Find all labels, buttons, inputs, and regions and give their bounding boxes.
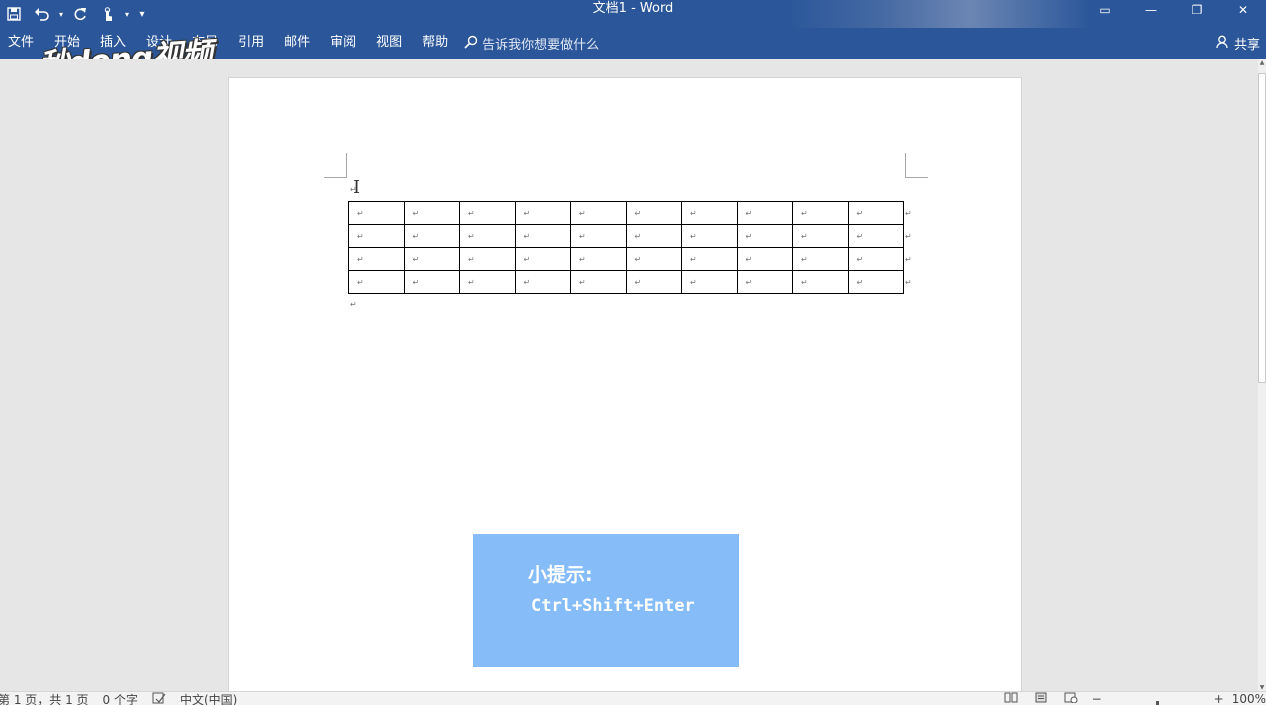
tab-mailings[interactable]: 邮件 [274,28,320,59]
row-end-mark: ↵ [905,209,912,218]
table-cell[interactable]: ↵ [403,270,460,294]
table-cell[interactable]: ↵ [348,201,405,225]
tell-me-search[interactable]: 告诉我你想要做什么 [464,28,599,59]
vertical-scrollbar[interactable]: ▲ ▼ [1258,59,1266,691]
table-cell[interactable]: ↵ [403,201,460,225]
ribbon-display-options-icon[interactable]: ▭ [1082,0,1128,20]
language[interactable]: 中文(中国) [180,692,237,705]
table-cell[interactable]: ↵ [570,247,627,271]
tip-shortcut: Ctrl+Shift+Enter [531,596,695,616]
tab-help[interactable]: 帮助 [412,28,458,59]
status-bar: 第 1 页，共 1 页 0 个字 中文(中国) − + 100% [0,691,1266,705]
table-cell[interactable]: ↵ [459,224,516,248]
table-cell[interactable]: ↵ [681,270,738,294]
table-cell[interactable]: ↵ [847,224,904,248]
tell-me-text: 告诉我你想要做什么 [482,38,600,53]
table-cell[interactable]: ↵ [514,270,571,294]
table-cell[interactable]: ↵ [348,270,405,294]
tab-references[interactable]: 引用 [228,28,274,59]
table-cell[interactable]: ↵ [847,270,904,294]
table-row: ↵ ↵ ↵ ↵ ↵ ↵ ↵ ↵ ↵ ↵ [348,201,904,225]
table-cell[interactable]: ↵ [625,270,682,294]
word-count[interactable]: 0 个字 [103,692,138,705]
zoom-slider-knob[interactable] [1156,700,1160,705]
margin-corner-top-left [324,153,347,178]
search-icon [464,35,478,53]
table-cell[interactable]: ↵ [403,247,460,271]
tip-title: 小提示: [528,564,593,586]
table-cell[interactable]: ↵ [514,201,571,225]
proofing-icon[interactable] [152,692,166,705]
minimize-button[interactable]: — [1128,0,1174,20]
person-icon [1216,35,1230,53]
table-cell[interactable]: ↵ [459,270,516,294]
table-cell[interactable]: ↵ [403,224,460,248]
row-end-mark: ↵ [905,255,912,264]
read-mode-icon[interactable] [996,692,1026,705]
tab-view[interactable]: 视图 [366,28,412,59]
zoom-control: − + 100% [1092,692,1266,705]
table-cell[interactable]: ↵ [459,247,516,271]
blurred-region [790,0,1090,28]
table-cell[interactable]: ↵ [570,224,627,248]
row-end-mark: ↵ [905,278,912,287]
ibeam-cursor-icon: I [353,177,361,198]
status-right: − + 100% [996,692,1266,705]
table-cell[interactable]: ↵ [681,224,738,248]
table-cell[interactable]: ↵ [736,224,793,248]
table-row: ↵ ↵ ↵ ↵ ↵ ↵ ↵ ↵ ↵ ↵ [348,270,904,294]
title-bar: ▾ ▾ ▾ 文档1 - Word ▭ — ❐ ✕ [0,0,1266,28]
row-end-mark: ↵ [905,232,912,241]
table-cell[interactable]: ↵ [792,201,849,225]
table-cell[interactable]: ↵ [736,270,793,294]
tip-box: 小提示: Ctrl+Shift+Enter [473,534,739,667]
table-cell[interactable]: ↵ [348,247,405,271]
status-left: 第 1 页，共 1 页 0 个字 中文(中国) [0,692,251,705]
table-cell[interactable]: ↵ [459,201,516,225]
table-cell[interactable]: ↵ [514,224,571,248]
table-cell[interactable]: ↵ [736,201,793,225]
table-cell[interactable]: ↵ [625,247,682,271]
tab-review[interactable]: 审阅 [320,28,366,59]
print-layout-icon[interactable] [1026,692,1056,705]
table-cell[interactable]: ↵ [792,247,849,271]
web-layout-icon[interactable] [1056,692,1086,705]
table-cell[interactable]: ↵ [348,224,405,248]
share-label: 共享 [1233,38,1260,53]
page-count[interactable]: 第 1 页，共 1 页 [0,692,89,705]
paragraph-mark: ↵ [350,300,357,309]
share-button[interactable]: 共享 [1216,28,1260,59]
zoom-in-icon[interactable]: + [1214,692,1224,705]
document-table[interactable]: ↵ ↵ ↵ ↵ ↵ ↵ ↵ ↵ ↵ ↵ ↵ ↵ ↵ ↵ ↵ ↵ ↵ ↵ ↵ ↵ ↵ ↵ ↵ ↵ ↵ ↵ ↵ ↵ ↵ ↵ ↵ ↵ ↵ ↵ ↵ ↵ ↵ ↵ ↵ ↵ [348,201,904,294]
table-cell[interactable]: ↵ [625,201,682,225]
table-cell[interactable]: ↵ [736,247,793,271]
table-cell[interactable]: ↵ [847,247,904,271]
table-row: ↵ ↵ ↵ ↵ ↵ ↵ ↵ ↵ ↵ ↵ [348,224,904,248]
zoom-out-icon[interactable]: − [1092,692,1102,705]
window-controls: ▭ — ❐ ✕ [1082,0,1266,20]
restore-button[interactable]: ❐ [1174,0,1220,20]
table-cell[interactable]: ↵ [625,224,682,248]
table-cell[interactable]: ↵ [570,201,627,225]
margin-corner-top-right [905,153,928,178]
zoom-percent[interactable]: 100% [1232,692,1266,705]
table-row: ↵ ↵ ↵ ↵ ↵ ↵ ↵ ↵ ↵ ↵ [348,247,904,271]
table-cell[interactable]: ↵ [681,247,738,271]
close-button[interactable]: ✕ [1220,0,1266,20]
table-cell[interactable]: ↵ [514,247,571,271]
scroll-up-icon[interactable]: ▲ [1258,59,1266,66]
table-cell[interactable]: ↵ [570,270,627,294]
scrollbar-thumb[interactable] [1258,73,1266,383]
table-cell[interactable]: ↵ [792,270,849,294]
table-cell[interactable]: ↵ [847,201,904,225]
scroll-down-icon[interactable]: ▼ [1258,684,1266,691]
table-cell[interactable]: ↵ [792,224,849,248]
table-cell[interactable]: ↵ [681,201,738,225]
